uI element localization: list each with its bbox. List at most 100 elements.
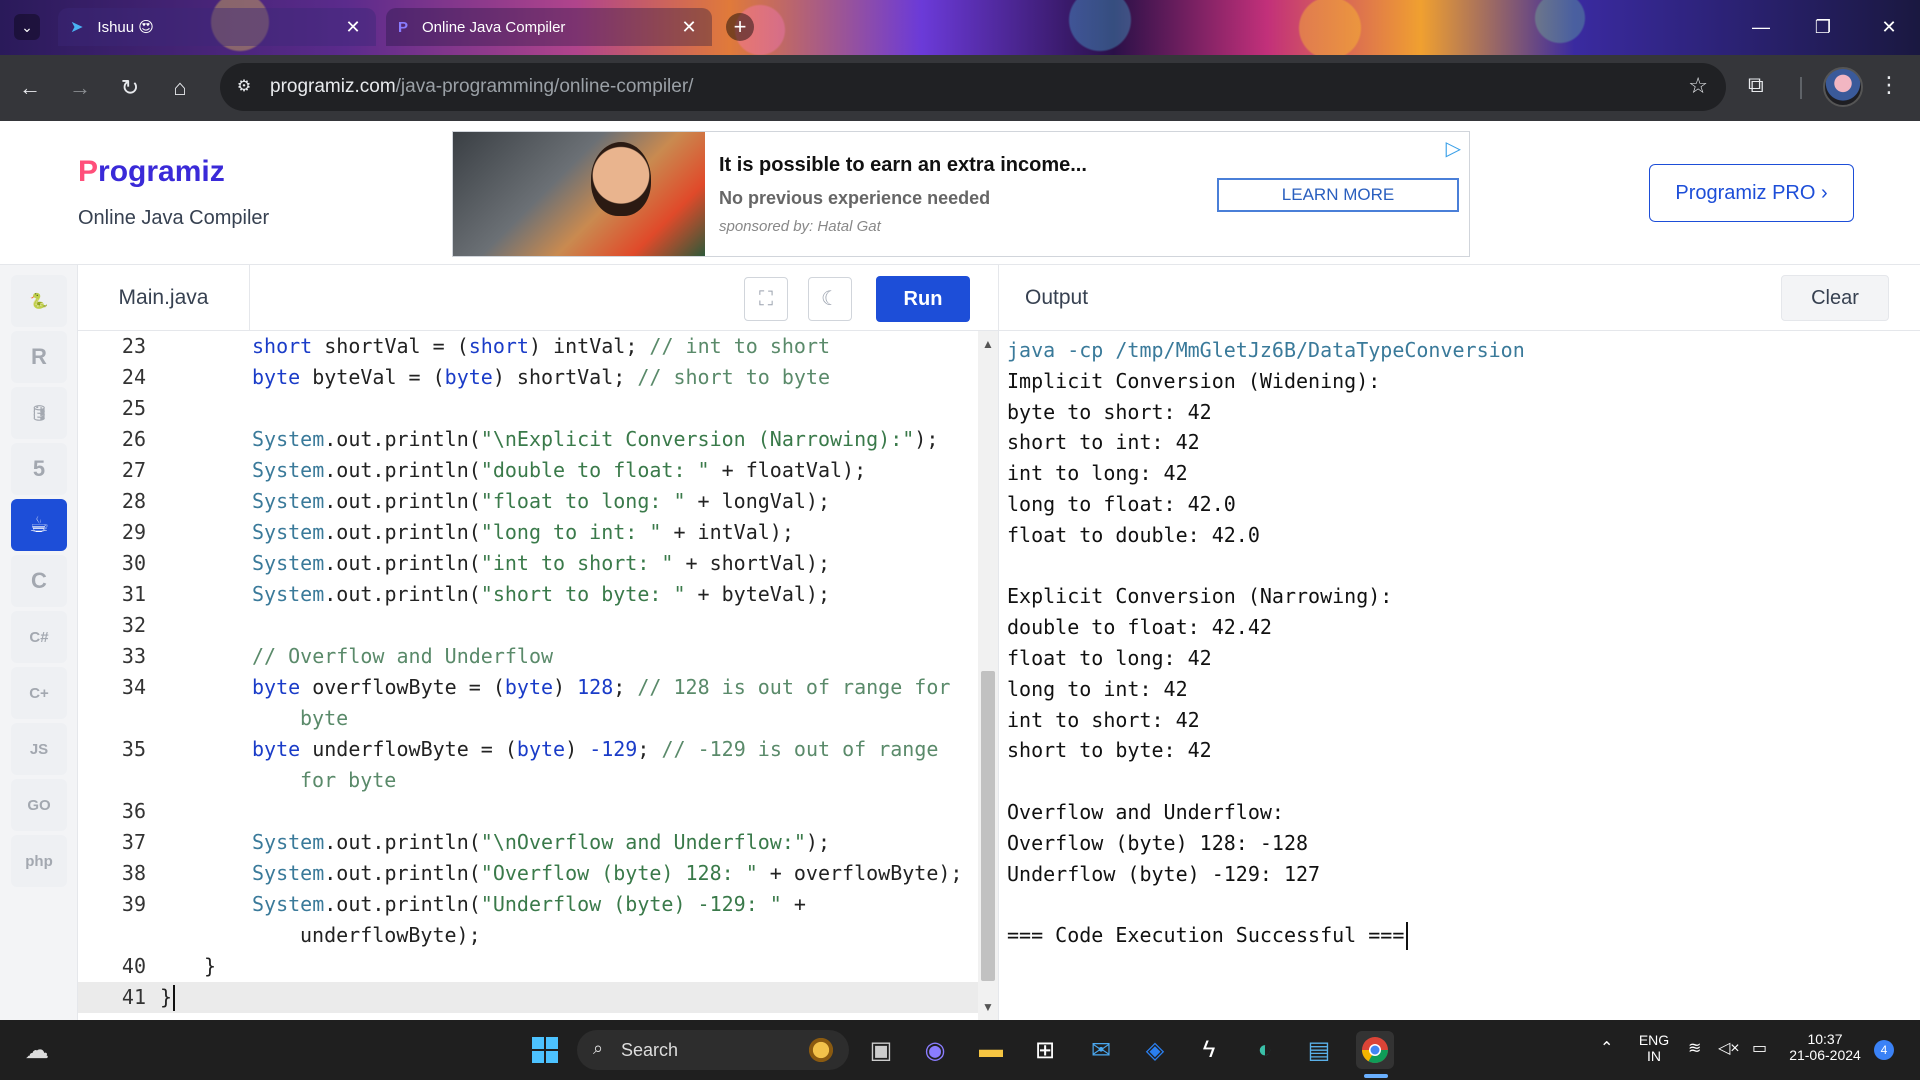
cpp-icon[interactable]: C+ [11,667,67,719]
ad-headline[interactable]: It is possible to earn an extra income..… [719,154,1087,177]
tab-search-button[interactable]: ⌄ [14,14,40,40]
go-icon[interactable]: GO [11,779,67,831]
output-line: short to byte: 42 [1007,738,1212,763]
tab-ishuu[interactable]: ➤ Ishuu 😍 ✕ [58,8,376,46]
bookmark-star-icon[interactable]: ☆ [1688,73,1708,99]
code-line[interactable]: 24 byte byteVal = (byte) shortVal; // sho… [78,362,978,393]
close-icon[interactable]: ✕ [342,17,364,38]
telegram-icon: ➤ [70,19,84,36]
code-text: System.out.println("\nExplicit Conversio… [252,427,939,451]
mail-icon[interactable]: ✉ [1082,1031,1120,1069]
scrollbar-thumb[interactable] [981,671,995,981]
restore-button[interactable]: ❐ [1800,10,1846,44]
teams-icon[interactable]: ◉ [916,1031,954,1069]
scroll-up-icon[interactable]: ▲ [982,337,994,351]
code-line[interactable]: 37 System.out.println("\nOverflow and Und… [78,827,978,858]
close-icon[interactable]: ✕ [678,17,700,38]
code-line[interactable]: 35 byte underflowByte = (byte) -129; // -… [78,734,978,765]
edge-icon[interactable]: ◐ [1246,1031,1284,1069]
weather-icon[interactable]: ☁ [18,1031,56,1069]
code-line[interactable]: 41} [78,982,978,1013]
run-button[interactable]: Run [876,276,970,322]
address-bar[interactable]: ⚙ programiz.com/java-programming/online-… [220,63,1726,111]
programiz-pro-button[interactable]: Programiz PRO › [1649,164,1854,222]
fullscreen-button[interactable]: ⛶ [744,277,788,321]
chrome-icon[interactable] [1356,1031,1394,1069]
code-editor[interactable]: 23 short shortVal = (short) intVal; // in… [78,331,978,1020]
programiz-logo[interactable]: Programiz [78,155,225,189]
c-icon[interactable]: C [11,555,67,607]
taskbar-search[interactable]: ⌕ Search [577,1030,849,1070]
python-icon[interactable]: 🐍 [11,275,67,327]
code-line[interactable]: byte [78,703,978,734]
site-info-icon[interactable]: ⚙ [232,75,256,99]
close-window-button[interactable]: ✕ [1866,10,1912,44]
code-line[interactable]: 31 System.out.println("short to byte: " +… [78,579,978,610]
code-line[interactable]: 26 System.out.println("\nExplicit Convers… [78,424,978,455]
menu-icon[interactable]: ⋮ [1878,72,1900,98]
clock[interactable]: 10:37 21-06-2024 [1784,1031,1866,1063]
notification-badge[interactable]: 4 [1874,1040,1894,1060]
code-line[interactable]: for byte [78,765,978,796]
code-line[interactable]: 32 [78,610,978,641]
clear-button[interactable]: Clear [1781,275,1889,321]
url-text[interactable]: programiz.com/java-programming/online-co… [270,76,693,98]
dark-mode-toggle[interactable]: ☾ [808,277,852,321]
output-panel[interactable]: java -cp /tmp/MmGletJz6B/DataTypeConvers… [998,331,1920,1020]
back-button[interactable]: ← [14,72,46,104]
tab-online-java-compiler[interactable]: P Online Java Compiler ✕ [386,8,712,46]
file-tab-main-java[interactable]: Main.java [78,265,250,331]
language-indicator[interactable]: ENG IN [1637,1032,1671,1064]
new-tab-button[interactable]: + [726,13,754,41]
adchoices-icon[interactable]: ▷ [1446,136,1461,161]
minimize-button[interactable]: — [1738,10,1784,44]
java-icon[interactable]: ☕ [11,499,67,551]
extensions-icon[interactable]: ⧉ [1748,72,1764,98]
r-icon[interactable]: R [11,331,67,383]
code-text: } [204,954,217,978]
profile-avatar[interactable] [1823,67,1863,107]
js-icon[interactable]: JS [11,723,67,775]
scroll-down-icon[interactable]: ▼ [982,1000,994,1014]
code-line[interactable]: 40} [78,951,978,982]
code-line[interactable]: 27 System.out.println("double to float: "… [78,455,978,486]
reload-button[interactable]: ↻ [114,72,146,104]
code-line[interactable]: 28 System.out.println("float to long: " +… [78,486,978,517]
winamp-icon[interactable]: ϟ [1190,1031,1228,1069]
csharp-icon[interactable]: C# [11,611,67,663]
code-line[interactable]: 36 [78,796,978,827]
line-number: 32 [121,613,146,637]
volume-muted-icon[interactable]: ◁× [1718,1038,1740,1058]
microsoft-store-icon[interactable]: ⊞ [1026,1031,1064,1069]
code-line[interactable]: 38 System.out.println("Overflow (byte) 12… [78,858,978,889]
code-line[interactable]: underflowByte); [78,920,978,951]
code-line[interactable]: 33 // Overflow and Underflow [78,641,978,672]
editor-scrollbar[interactable]: ▲ ▼ [978,331,998,1020]
home-button[interactable]: ⌂ [164,72,196,104]
sql-icon[interactable]: 🛢 [11,387,67,439]
ad-image[interactable] [453,132,705,256]
code-line[interactable]: 29 System.out.println("long to int: " + i… [78,517,978,548]
active-app-indicator [1364,1074,1388,1078]
code-line[interactable]: 39 System.out.println("Underflow (byte) -… [78,889,978,920]
code-line[interactable]: 34 byte overflowByte = (byte) 128; // 128… [78,672,978,703]
notepad-icon[interactable]: ▤ [1300,1031,1338,1069]
start-icon[interactable] [526,1031,564,1069]
line-number: 36 [121,799,146,823]
file-explorer-icon[interactable]: ▬ [972,1031,1010,1069]
dropbox-icon[interactable]: ◈ [1136,1031,1174,1069]
php-icon[interactable]: php [11,835,67,887]
code-text: byte byteVal = (byte) shortVal; // short… [252,365,830,389]
html-icon[interactable]: 5 [11,443,67,495]
forward-button[interactable]: → [64,72,96,104]
advertisement-banner[interactable]: It is possible to earn an extra income..… [452,131,1470,257]
tray-overflow-icon[interactable]: ⌃ [1600,1038,1613,1058]
ad-learn-more-button[interactable]: LEARN MORE [1217,178,1459,212]
code-line[interactable]: 23 short shortVal = (short) intVal; // in… [78,331,978,362]
battery-icon[interactable]: ▭ [1752,1038,1767,1058]
code-line[interactable]: 30 System.out.println("int to short: " + … [78,548,978,579]
browser-tab-bar: ⌄ ➤ Ishuu 😍 ✕ P Online Java Compiler ✕ +… [0,0,1920,55]
task-view-icon[interactable]: ▣ [862,1031,900,1069]
wifi-icon[interactable]: ≋ [1688,1038,1701,1058]
code-line[interactable]: 25 [78,393,978,424]
